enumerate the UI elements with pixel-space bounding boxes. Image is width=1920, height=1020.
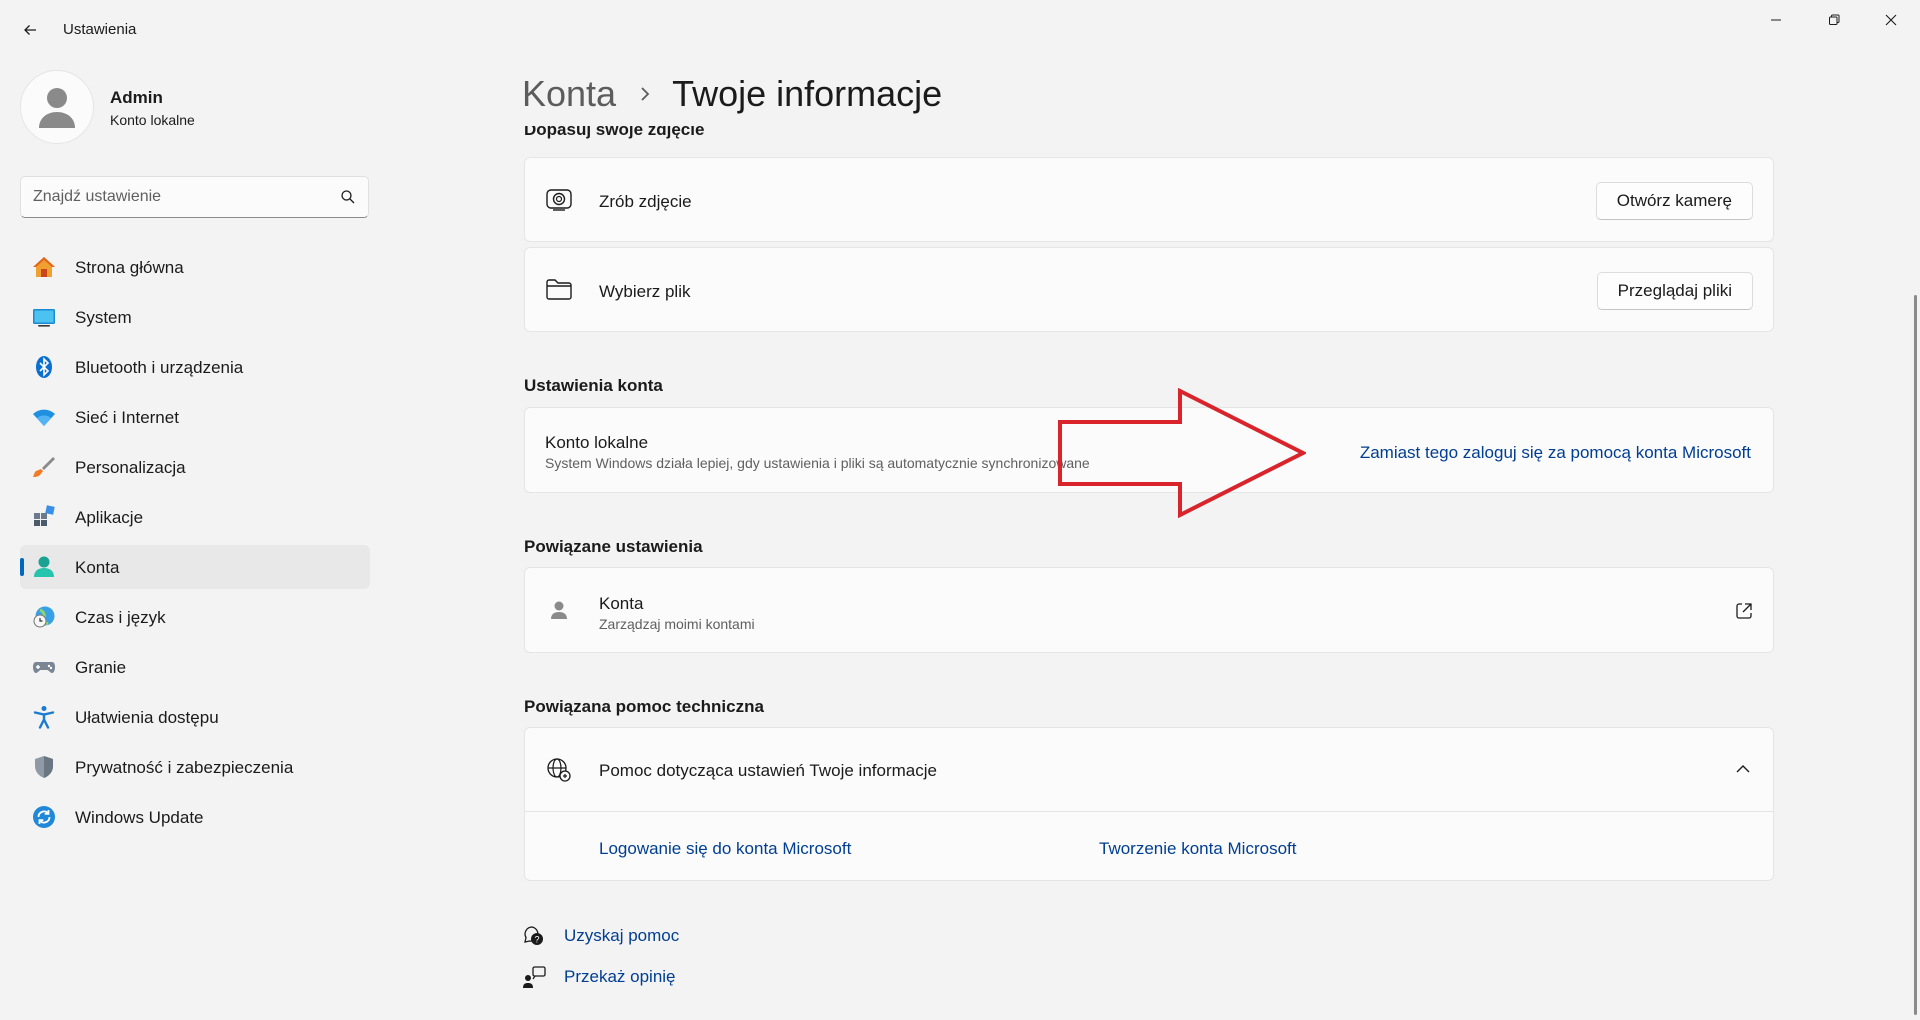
section-title-photo: Dopasuj swoje zdjęcie [524,126,705,139]
sidebar-item-label: Ułatwienia dostępu [75,708,219,727]
local-account-description: System Windows działa lepiej, gdy ustawi… [545,455,1090,471]
app-title: Ustawienia [63,21,137,38]
user-avatar-icon [39,88,75,128]
sidebar-item-gaming[interactable]: Granie [20,645,370,689]
user-profile: Admin Konto lokalne [20,70,360,146]
breadcrumb: Konta Twoje informacje [522,70,942,118]
search-box[interactable] [20,176,369,218]
person-icon [551,601,567,619]
section-title-related-settings: Powiązane ustawienia [524,537,703,556]
sidebar-item-label: System [75,308,132,327]
take-photo-label: Zrób zdjęcie [599,192,692,211]
shield-icon [35,756,53,778]
system-icon [33,309,55,327]
apps-icon [34,505,55,526]
restore-button[interactable] [1805,0,1863,40]
close-icon [1885,14,1897,26]
brush-icon [33,457,55,477]
sidebar-item-network[interactable]: Sieć i Internet [20,395,370,439]
sidebar-item-privacy[interactable]: Prywatność i zabezpieczenia [20,745,370,789]
accounts-icon [34,556,54,577]
section-title-account-settings: Ustawienia konta [524,376,663,395]
sidebar-item-personalization[interactable]: Personalizacja [20,445,370,489]
external-link-icon[interactable] [1735,602,1753,620]
globe-help-icon [547,758,571,782]
back-button[interactable] [14,14,46,46]
back-arrow-icon [24,25,36,35]
home-icon [33,257,55,277]
get-help-label: Uzyskaj pomoc [564,926,680,945]
sidebar-nav: Strona główna System Bluetooth i urządze… [20,245,370,845]
sign-in-microsoft-link[interactable]: Zamiast tego zaloguj się za pomocą konta… [1360,443,1751,463]
sidebar-item-label: Aplikacje [75,508,144,527]
minimize-button[interactable] [1747,0,1805,40]
scrollbar[interactable] [1914,295,1917,1015]
search-icon[interactable] [340,189,356,205]
help-expander-header[interactable]: Pomoc dotycząca ustawień Twoje informacj… [525,728,1773,812]
sidebar-item-label: Granie [75,658,127,677]
help-expander-title: Pomoc dotycząca ustawień Twoje informacj… [599,761,937,780]
sidebar-item-apps[interactable]: Aplikacje [20,495,370,539]
section-title-related-support: Powiązana pomoc techniczna [524,697,764,716]
avatar [20,70,94,144]
svg-text:?: ? [534,935,539,945]
folder-icon [546,279,572,300]
choose-file-label: Wybierz plik [599,282,691,301]
sidebar-item-accounts[interactable]: Konta [20,545,370,589]
annotation-arrow [1058,388,1306,518]
sidebar-item-bluetooth[interactable]: Bluetooth i urządzenia [20,345,370,389]
sidebar-item-label: Personalizacja [75,458,186,477]
get-help-link[interactable]: ? Uzyskaj pomoc [522,924,679,948]
help-expander-card: Pomoc dotycząca ustawień Twoje informacj… [524,727,1774,881]
chevron-right-icon [638,85,652,103]
feedback-label: Przekaż opinię [564,967,676,986]
title-bar: Ustawienia [0,0,1920,60]
breadcrumb-parent[interactable]: Konta [522,73,616,115]
local-account-title: Konto lokalne [545,433,649,452]
profile-account-type: Konto lokalne [110,112,195,128]
sidebar-item-label: Prywatność i zabezpieczenia [75,758,294,777]
sidebar-item-label: Strona główna [75,258,184,277]
close-button[interactable] [1862,0,1920,40]
sidebar-item-label: Windows Update [75,808,204,827]
sidebar-item-home[interactable]: Strona główna [20,245,370,289]
accessibility-icon [33,706,55,729]
wifi-icon [33,409,55,426]
sidebar-item-label: Konta [75,558,120,577]
sidebar-item-label: Sieć i Internet [75,408,179,427]
feedback-link[interactable]: Przekaż opinię [522,965,676,989]
take-photo-card: Zrób zdjęcie Otwórz kamerę [524,157,1774,242]
related-accounts-card[interactable]: Konta Zarządzaj moimi kontami [524,567,1774,653]
page-title: Twoje informacje [672,73,943,114]
microsoft-signin-help-link[interactable]: Logowanie się do konta Microsoft [599,839,851,859]
minimize-icon [1771,19,1781,21]
sidebar-item-label: Bluetooth i urządzenia [75,358,244,377]
sidebar-item-time-language[interactable]: Czas i język [20,595,370,639]
choose-file-card: Wybierz plik Przeglądaj pliki [524,247,1774,332]
open-camera-button[interactable]: Otwórz kamerę [1595,182,1753,220]
create-microsoft-account-link[interactable]: Tworzenie konta Microsoft [1099,839,1296,859]
time-language-icon [33,606,55,628]
bluetooth-icon [36,356,52,378]
sidebar-item-system[interactable]: System [20,295,370,339]
sidebar-item-windows-update[interactable]: Windows Update [20,795,370,839]
browse-files-button[interactable]: Przeglądaj pliki [1596,272,1753,310]
camera-icon [546,189,572,211]
sidebar-item-accessibility[interactable]: Ułatwienia dostępu [20,695,370,739]
update-icon [33,806,55,828]
search-input[interactable] [33,177,323,217]
chevron-up-icon[interactable] [1735,763,1751,775]
gamepad-icon [33,662,55,673]
related-accounts-description: Zarządzaj moimi kontami [599,616,755,632]
related-accounts-title: Konta [599,594,644,613]
help-chat-icon: ? [524,926,543,945]
profile-name: Admin [110,88,163,107]
feedback-icon [523,966,546,988]
restore-icon [1829,14,1840,25]
sidebar-item-label: Czas i język [75,608,166,627]
